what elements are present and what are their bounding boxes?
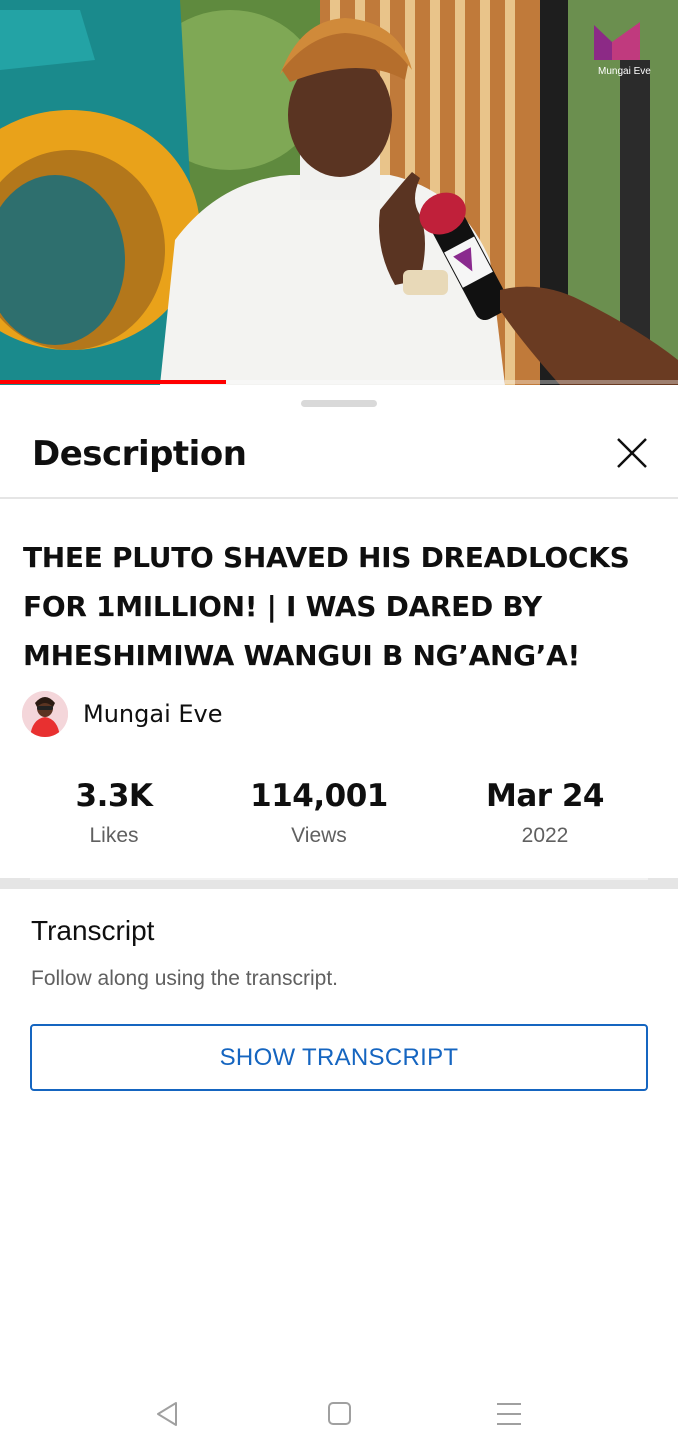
video-title: THEE PLUTO SHAVED HIS DREADLOCKS FOR 1MI… (23, 541, 630, 672)
close-button[interactable] (612, 433, 652, 473)
close-icon (617, 438, 647, 468)
recents-icon (497, 1403, 521, 1425)
header-divider (0, 497, 678, 499)
progress-bar[interactable] (0, 380, 678, 384)
publish-year: 2022 (521, 824, 569, 847)
show-transcript-button[interactable]: SHOW TRANSCRIPT (30, 1024, 648, 1091)
views-stat: 114,001 Views (219, 778, 419, 848)
system-nav-bar (0, 1380, 678, 1450)
likes-label: Likes (89, 824, 139, 847)
section-divider (0, 878, 678, 889)
publish-date: Mar 24 (486, 778, 605, 814)
description-sheet: Description THEE PLUTO SHAVED HIS DREADL… (0, 385, 678, 1450)
progress-bar-fill (0, 380, 226, 384)
svg-text:Mungai Eve: Mungai Eve (598, 66, 651, 77)
back-icon (157, 1402, 177, 1426)
home-button[interactable] (319, 1395, 359, 1435)
channel-name[interactable]: Mungai Eve (83, 700, 223, 728)
drag-handle[interactable] (301, 400, 377, 407)
home-icon (328, 1402, 351, 1425)
likes-count: 3.3K (75, 778, 153, 814)
recents-button[interactable] (489, 1395, 529, 1435)
channel-avatar-image (22, 691, 68, 737)
date-stat: Mar 24 2022 (445, 778, 645, 848)
sheet-title: Description (32, 434, 247, 474)
video-player[interactable]: Mungai Eve (0, 0, 678, 385)
back-button[interactable] (148, 1395, 188, 1435)
transcript-heading: Transcript (31, 915, 155, 946)
channel-row[interactable]: Mungai Eve (22, 691, 223, 737)
video-frame-image: Mungai Eve (0, 0, 678, 385)
views-count: 114,001 (250, 778, 388, 814)
avatar[interactable] (22, 691, 68, 737)
likes-stat: 3.3K Likes (14, 778, 214, 848)
transcript-subtitle: Follow along using the transcript. (31, 967, 338, 990)
views-label: Views (291, 824, 347, 847)
